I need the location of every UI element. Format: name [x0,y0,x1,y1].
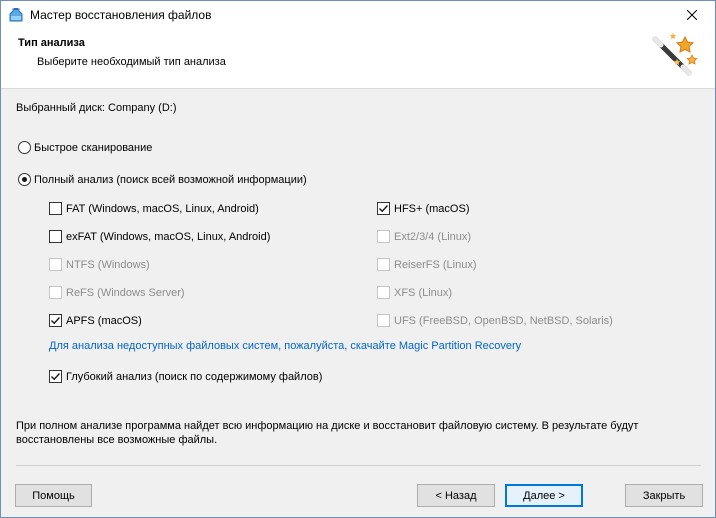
checkbox-disabled [49,286,62,299]
fs-fat-checkbox[interactable]: FAT (Windows, macOS, Linux, Android) [49,202,259,215]
help-button[interactable]: Помощь [15,484,92,507]
checkbox-checked[interactable] [49,314,62,327]
next-button[interactable]: Далее > [505,484,583,507]
checkbox-disabled [377,230,390,243]
magic-wand-icon [649,31,701,83]
checkbox-disabled [49,258,62,271]
quick-scan-radio[interactable]: Быстрое сканирование [18,141,152,154]
radio-button-unchecked[interactable] [18,141,31,154]
fs-ext-checkbox: Ext2/3/4 (Linux) [377,230,471,243]
magic-partition-recovery-link[interactable]: Для анализа недоступных файловых систем,… [49,340,521,352]
deep-analysis-label: Глубокий анализ (поиск по содержимому фа… [66,370,323,383]
close-button[interactable]: Закрыть [625,484,703,507]
fs-ntfs-checkbox: NTFS (Windows) [49,258,150,271]
full-analysis-label: Полный анализ (поиск всей возможной инфо… [34,173,307,186]
fs-ufs-checkbox: UFS (FreeBSD, OpenBSD, NetBSD, Solaris) [377,314,613,327]
selected-disk-label: Выбранный диск: Company (D:) [16,102,177,114]
fs-xfs-label: XFS (Linux) [394,286,453,299]
fs-fat-label: FAT (Windows, macOS, Linux, Android) [66,202,259,215]
fs-ntfs-label: NTFS (Windows) [66,258,150,271]
checkmark-icon [51,373,61,381]
checkbox-disabled [377,286,390,299]
fs-apfs-label: APFS (macOS) [66,314,142,327]
back-button[interactable]: < Назад [417,484,495,507]
fs-ext-label: Ext2/3/4 (Linux) [394,230,472,243]
checkbox-unchecked[interactable] [49,202,62,215]
fs-ufs-label: UFS (FreeBSD, OpenBSD, NetBSD, Solaris) [394,314,613,327]
page-subtitle: Выберите необходимый тип анализа [37,56,226,68]
quick-scan-label: Быстрое сканирование [34,141,153,154]
window-title: Мастер восстановления файлов [30,8,212,22]
checkmark-icon [51,317,61,325]
checkmark-icon [379,205,389,213]
page-title: Тип анализа [18,37,85,49]
fs-exfat-label: exFAT (Windows, macOS, Linux, Android) [66,230,271,243]
close-icon [687,10,697,20]
fs-refs-label: ReFS (Windows Server) [66,286,185,299]
close-window-button[interactable] [669,1,715,29]
footer-divider [16,465,701,466]
fs-apfs-checkbox[interactable]: APFS (macOS) [49,314,142,327]
analysis-description: При полном анализе программа найдет всю … [16,420,639,446]
title-bar: Мастер восстановления файлов [1,1,715,29]
full-analysis-radio[interactable]: Полный анализ (поиск всей возможной инфо… [18,173,307,186]
fs-refs-checkbox: ReFS (Windows Server) [49,286,185,299]
checkbox-unchecked[interactable] [49,230,62,243]
wizard-header: Тип анализа Выберите необходимый тип ана… [1,29,715,89]
fs-exfat-checkbox[interactable]: exFAT (Windows, macOS, Linux, Android) [49,230,270,243]
radio-button-checked[interactable] [18,173,31,186]
checkbox-disabled [377,258,390,271]
app-icon [8,7,24,23]
checkbox-disabled [377,314,390,327]
fs-hfsplus-checkbox[interactable]: HFS+ (macOS) [377,202,469,215]
checkbox-checked[interactable] [49,370,62,383]
file-recovery-wizard-window: Мастер восстановления файлов Тип анализа… [0,0,716,518]
fs-reiserfs-checkbox: ReiserFS (Linux) [377,258,477,271]
deep-analysis-checkbox[interactable]: Глубокий анализ (поиск по содержимому фа… [49,370,322,383]
fs-hfsplus-label: HFS+ (macOS) [394,202,470,215]
fs-reiserfs-label: ReiserFS (Linux) [394,258,477,271]
fs-xfs-checkbox: XFS (Linux) [377,286,452,299]
checkbox-checked[interactable] [377,202,390,215]
